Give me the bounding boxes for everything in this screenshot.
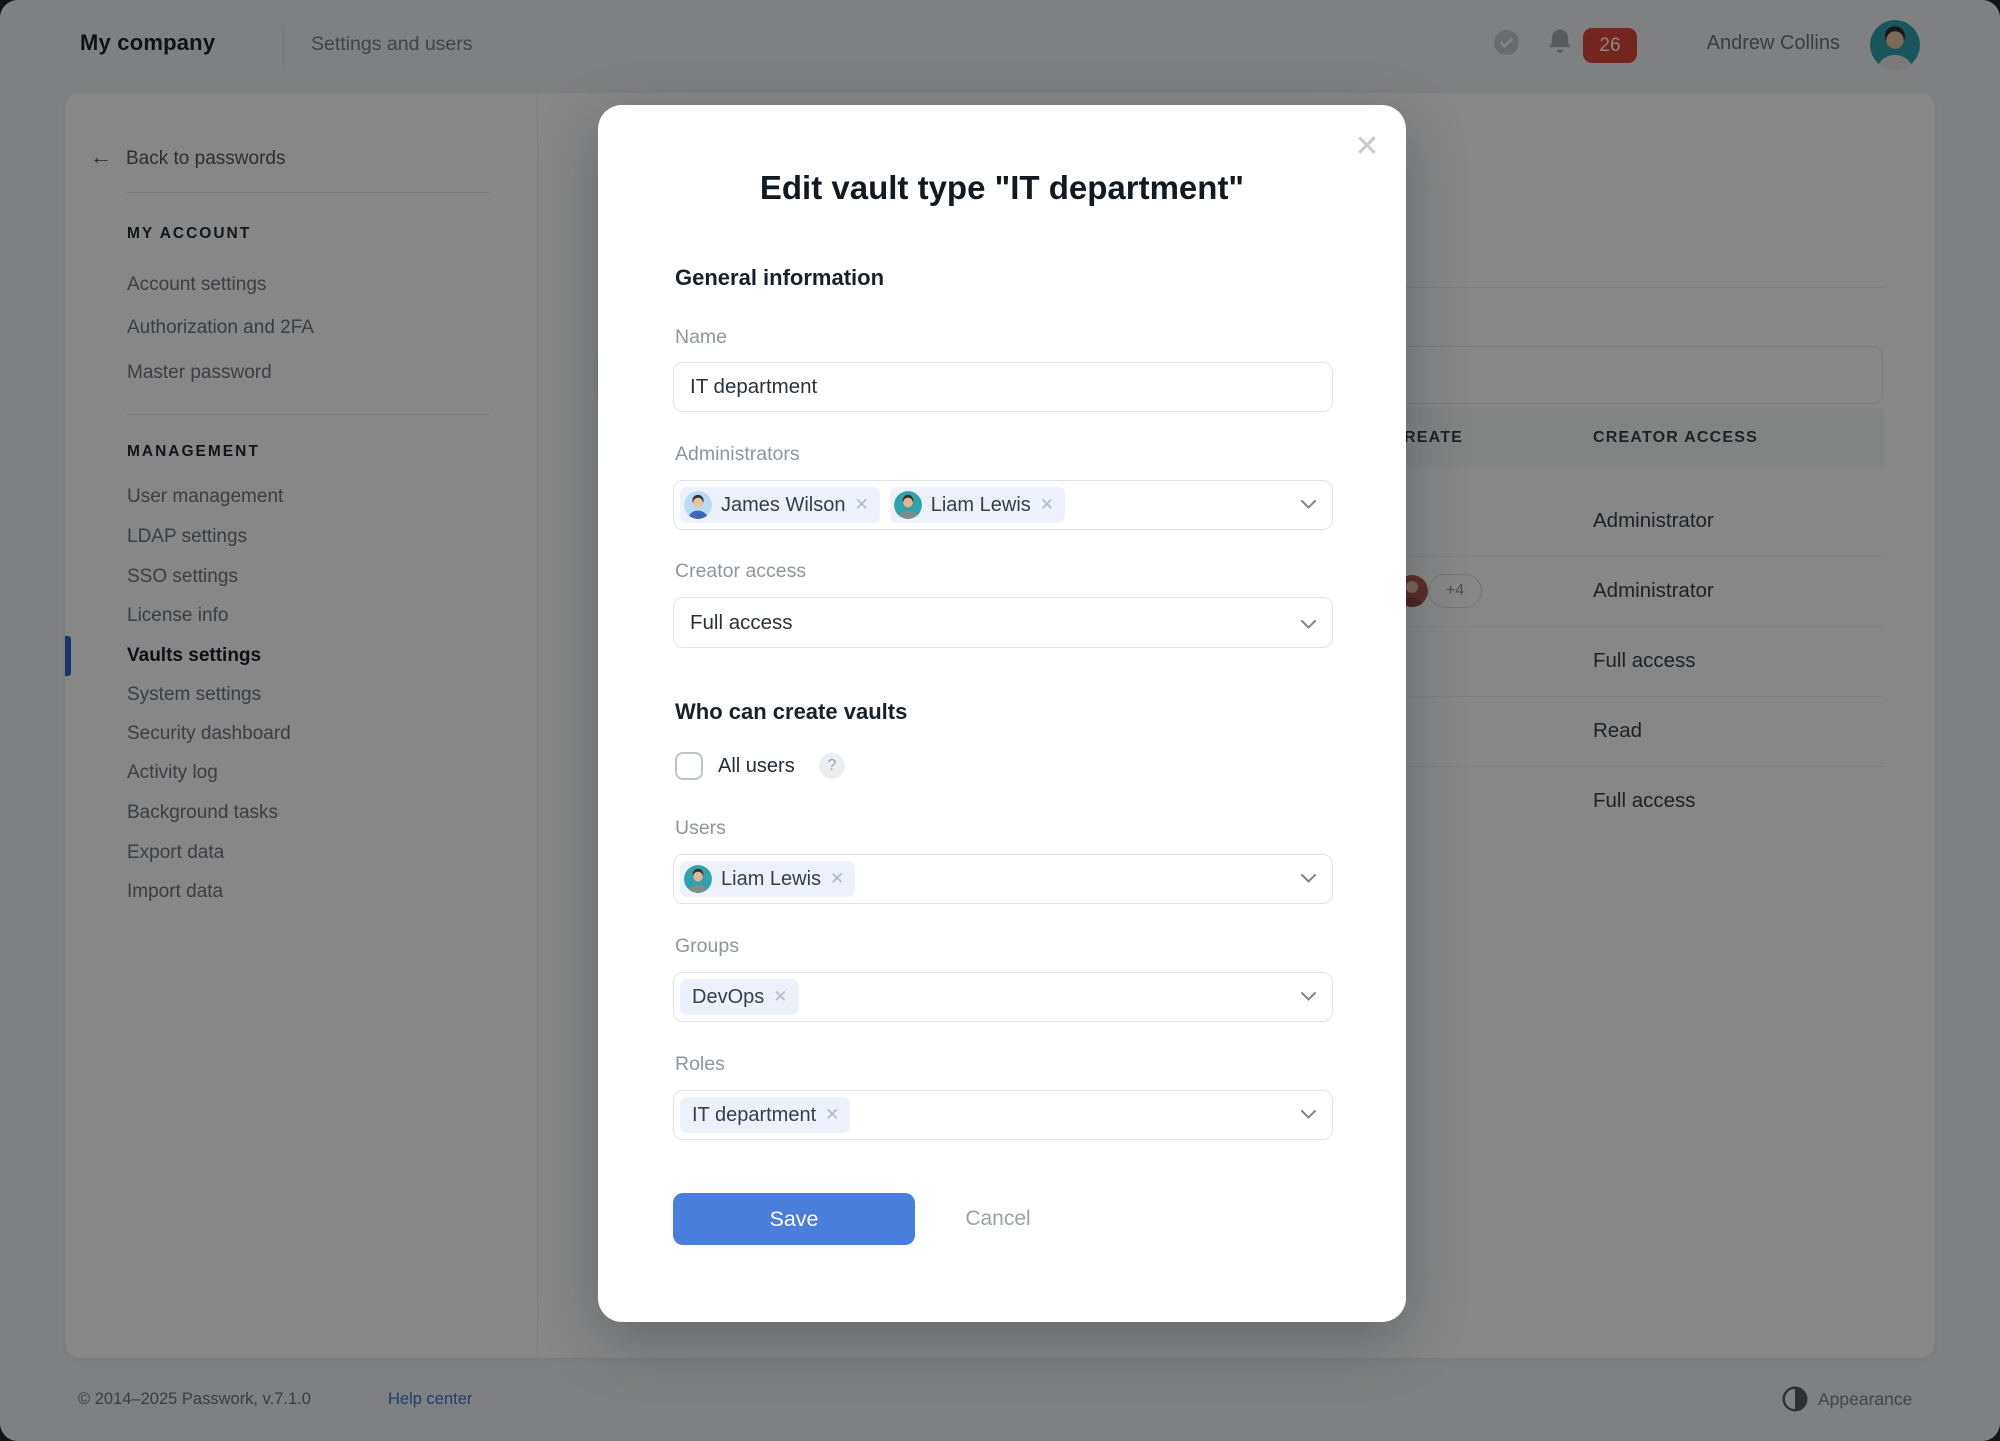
- chevron-down-icon[interactable]: [1301, 611, 1316, 635]
- name-input[interactable]: [673, 362, 1333, 412]
- general-information-heading: General information: [675, 265, 884, 291]
- creator-access-label: Creator access: [675, 558, 806, 584]
- creator-access-value: Full access: [690, 611, 793, 635]
- chevron-down-icon[interactable]: [1301, 496, 1316, 514]
- edit-vault-type-dialog: ✕ Edit vault type "IT department" Genera…: [598, 105, 1406, 1322]
- users-field[interactable]: Liam Lewis ✕: [673, 854, 1333, 904]
- who-can-create-heading: Who can create vaults: [675, 699, 907, 725]
- name-label: Name: [675, 324, 727, 350]
- all-users-checkbox[interactable]: [675, 752, 703, 780]
- creator-access-select[interactable]: Full access: [673, 597, 1333, 648]
- app-window: My company Settings and users 26 Andrew …: [0, 0, 2000, 1441]
- james-wilson-avatar: [684, 491, 712, 519]
- users-label: Users: [675, 815, 726, 841]
- close-icon[interactable]: ✕: [1350, 130, 1384, 164]
- chip-label: DevOps: [692, 986, 764, 1009]
- group-chip: DevOps ✕: [680, 979, 799, 1015]
- cancel-button[interactable]: Cancel: [938, 1193, 1058, 1245]
- groups-field[interactable]: DevOps ✕: [673, 972, 1333, 1022]
- chip-label: James Wilson: [721, 494, 845, 517]
- administrators-field[interactable]: James Wilson ✕ Liam Lewis ✕: [673, 480, 1333, 530]
- user-chip: Liam Lewis ✕: [680, 861, 855, 897]
- roles-field[interactable]: IT department ✕: [673, 1090, 1333, 1140]
- help-icon[interactable]: ?: [819, 753, 845, 779]
- admin-chip: James Wilson ✕: [680, 487, 880, 523]
- liam-lewis-avatar: [894, 491, 922, 519]
- chip-label: Liam Lewis: [931, 494, 1031, 517]
- roles-label: Roles: [675, 1051, 725, 1077]
- liam-lewis-avatar: [684, 865, 712, 893]
- admin-chip: Liam Lewis ✕: [890, 487, 1065, 523]
- chip-label: IT department: [692, 1104, 816, 1127]
- chevron-down-icon[interactable]: [1301, 988, 1316, 1006]
- remove-chip-icon[interactable]: ✕: [773, 987, 787, 1007]
- remove-chip-icon[interactable]: ✕: [830, 869, 844, 889]
- save-button[interactable]: Save: [673, 1193, 915, 1245]
- administrators-label: Administrators: [675, 441, 800, 467]
- chip-label: Liam Lewis: [721, 868, 821, 891]
- all-users-label[interactable]: All users: [718, 753, 795, 779]
- remove-chip-icon[interactable]: ✕: [1040, 495, 1054, 515]
- remove-chip-icon[interactable]: ✕: [825, 1105, 839, 1125]
- chevron-down-icon[interactable]: [1301, 870, 1316, 888]
- remove-chip-icon[interactable]: ✕: [854, 495, 868, 515]
- dialog-title: Edit vault type "IT department": [598, 169, 1406, 207]
- chevron-down-icon[interactable]: [1301, 1106, 1316, 1124]
- groups-label: Groups: [675, 933, 739, 959]
- role-chip: IT department ✕: [680, 1097, 850, 1133]
